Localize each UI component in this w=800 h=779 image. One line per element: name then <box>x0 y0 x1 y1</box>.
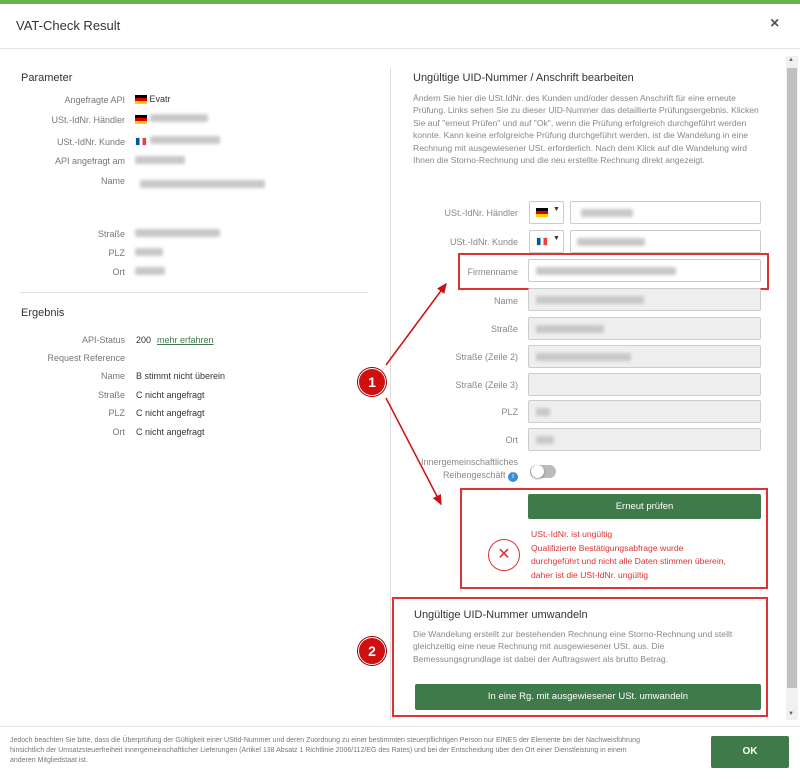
scrollbar-thumb[interactable] <box>787 68 797 688</box>
arrow-to-recheck <box>385 397 442 506</box>
footer-disclaimer: Jedoch beachten Sie bitte, dass die Über… <box>10 737 640 764</box>
footer-divider <box>0 726 800 727</box>
arrow-to-firmenname <box>385 282 447 366</box>
annotation-badge-1: 1 <box>358 368 386 396</box>
scroll-up-icon[interactable]: ▲ <box>788 57 794 63</box>
annotation-badge-2: 2 <box>358 637 386 665</box>
annotation-arrows <box>385 282 447 506</box>
scroll-down-icon[interactable]: ▼ <box>788 711 794 717</box>
ok-button[interactable]: OK <box>711 736 789 768</box>
